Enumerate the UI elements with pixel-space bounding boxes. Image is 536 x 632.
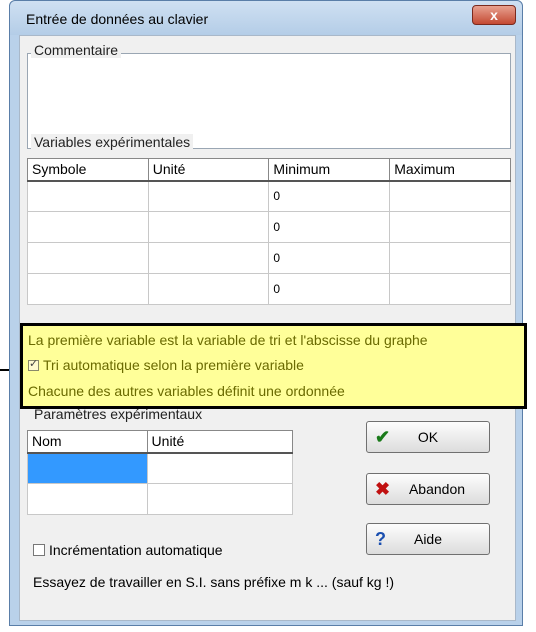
hint-text: Essayez de travailler en S.I. sans préfi… (33, 574, 395, 590)
parametres-table: Nom Unité (27, 430, 294, 515)
cell-symbole[interactable] (27, 242, 149, 274)
increment-label: Incrémentation automatique (49, 542, 223, 558)
cell-nom[interactable] (27, 483, 148, 515)
cell-unite[interactable] (147, 180, 270, 212)
abandon-button-label: Abandon (408, 481, 466, 497)
table-row: 0 (27, 211, 511, 243)
note-line-3: Chacune des autres variables définit une… (28, 383, 345, 399)
table-row (27, 452, 294, 484)
cell-minimum[interactable]: 0 (268, 211, 391, 243)
cell-symbole[interactable] (27, 180, 149, 212)
tri-auto-label: Tri automatique selon la première variab… (43, 357, 304, 373)
table-row: 0 (27, 273, 511, 305)
window-title: Entrée de données au clavier (26, 11, 209, 27)
table-row (27, 483, 294, 515)
col-minimum: Minimum (268, 158, 391, 182)
increment-checkbox-row[interactable]: Incrémentation automatique (33, 542, 223, 558)
cell-maximum[interactable] (389, 242, 511, 274)
title-bar[interactable]: Entrée de données au clavier x (10, 1, 522, 35)
cell-unite[interactable] (147, 273, 270, 305)
cell-maximum[interactable] (389, 273, 511, 305)
cell-symbole[interactable] (27, 211, 149, 243)
cell-minimum[interactable]: 0 (268, 242, 391, 274)
col-nom: Nom (27, 430, 148, 454)
cell-unite[interactable] (147, 242, 270, 274)
variables-label: Variables expérimentales (31, 134, 194, 150)
commentaire-label: Commentaire (31, 42, 122, 58)
close-icon: x (490, 7, 498, 23)
increment-checkbox[interactable] (33, 544, 45, 556)
close-button[interactable]: x (472, 5, 516, 25)
aide-button-label: Aide (413, 531, 443, 547)
cell-minimum[interactable]: 0 (268, 180, 391, 212)
variables-table: Symbole Unité Minimum Maximum 0 0 0 0 (27, 158, 511, 305)
table-row: 0 (27, 242, 511, 274)
cell-nom-selected[interactable] (27, 452, 148, 484)
note-line-1: La première variable est la variable de … (28, 332, 428, 348)
cell-minimum[interactable]: 0 (268, 273, 391, 305)
col-unite: Unité (146, 430, 294, 454)
tri-auto-checkbox[interactable] (28, 357, 39, 371)
ok-button[interactable]: ✔ OK (366, 421, 490, 453)
cell-maximum[interactable] (389, 211, 511, 243)
abandon-button[interactable]: ✖ Abandon (366, 473, 490, 505)
aide-button[interactable]: ? Aide (366, 523, 490, 555)
info-callout: La première variable est la variable de … (20, 323, 527, 409)
cell-symbole[interactable] (27, 273, 149, 305)
table-row: 0 (27, 180, 511, 212)
col-unite: Unité (147, 158, 270, 182)
col-symbole: Symbole (27, 158, 149, 182)
tri-auto-row[interactable]: Tri automatique selon la première variab… (28, 357, 304, 373)
cell-unite[interactable] (147, 211, 270, 243)
col-maximum: Maximum (389, 158, 511, 182)
ok-button-label: OK (417, 429, 439, 445)
cell-maximum[interactable] (389, 180, 511, 212)
cell-unite[interactable] (146, 452, 294, 484)
cell-unite[interactable] (146, 483, 294, 515)
